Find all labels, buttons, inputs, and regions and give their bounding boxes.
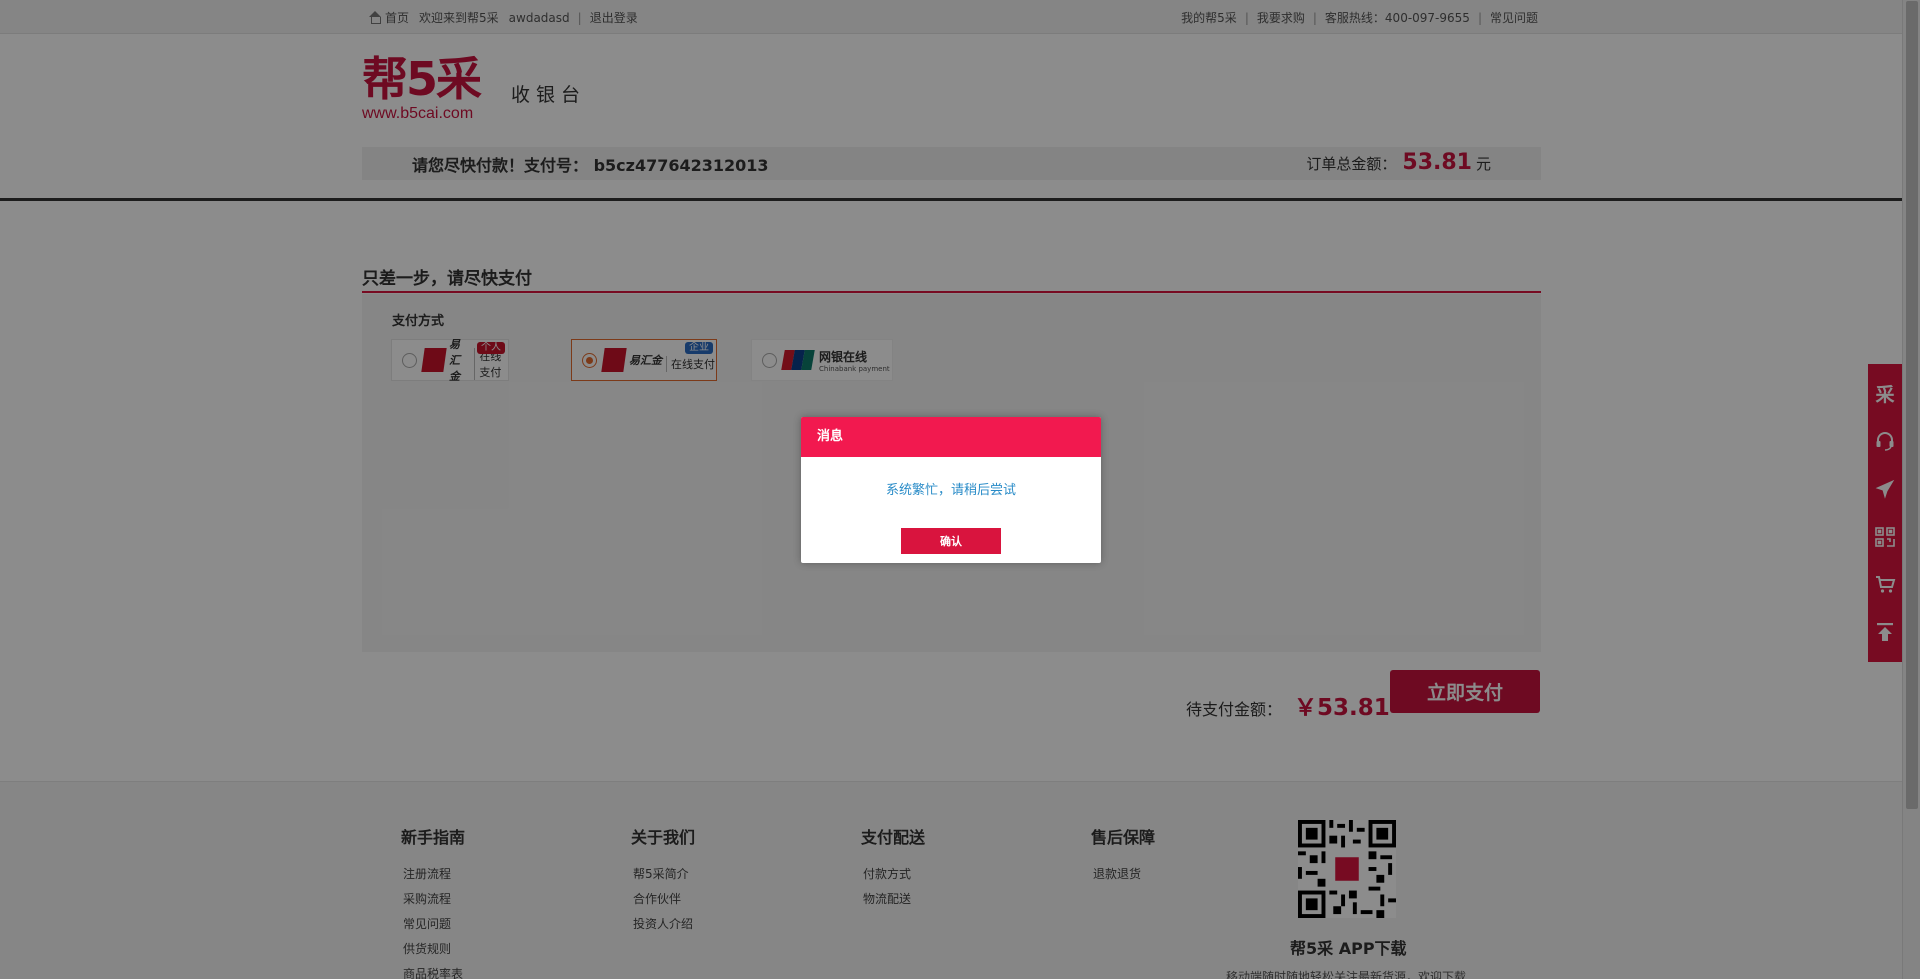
confirm-button[interactable]: 确认: [901, 528, 1001, 554]
dialog-message: 系统繁忙，请稍后尝试: [885, 483, 1016, 498]
message-dialog: 消息 系统繁忙，请稍后尝试 确认: [801, 417, 1101, 563]
dialog-title: 消息: [801, 417, 1101, 457]
